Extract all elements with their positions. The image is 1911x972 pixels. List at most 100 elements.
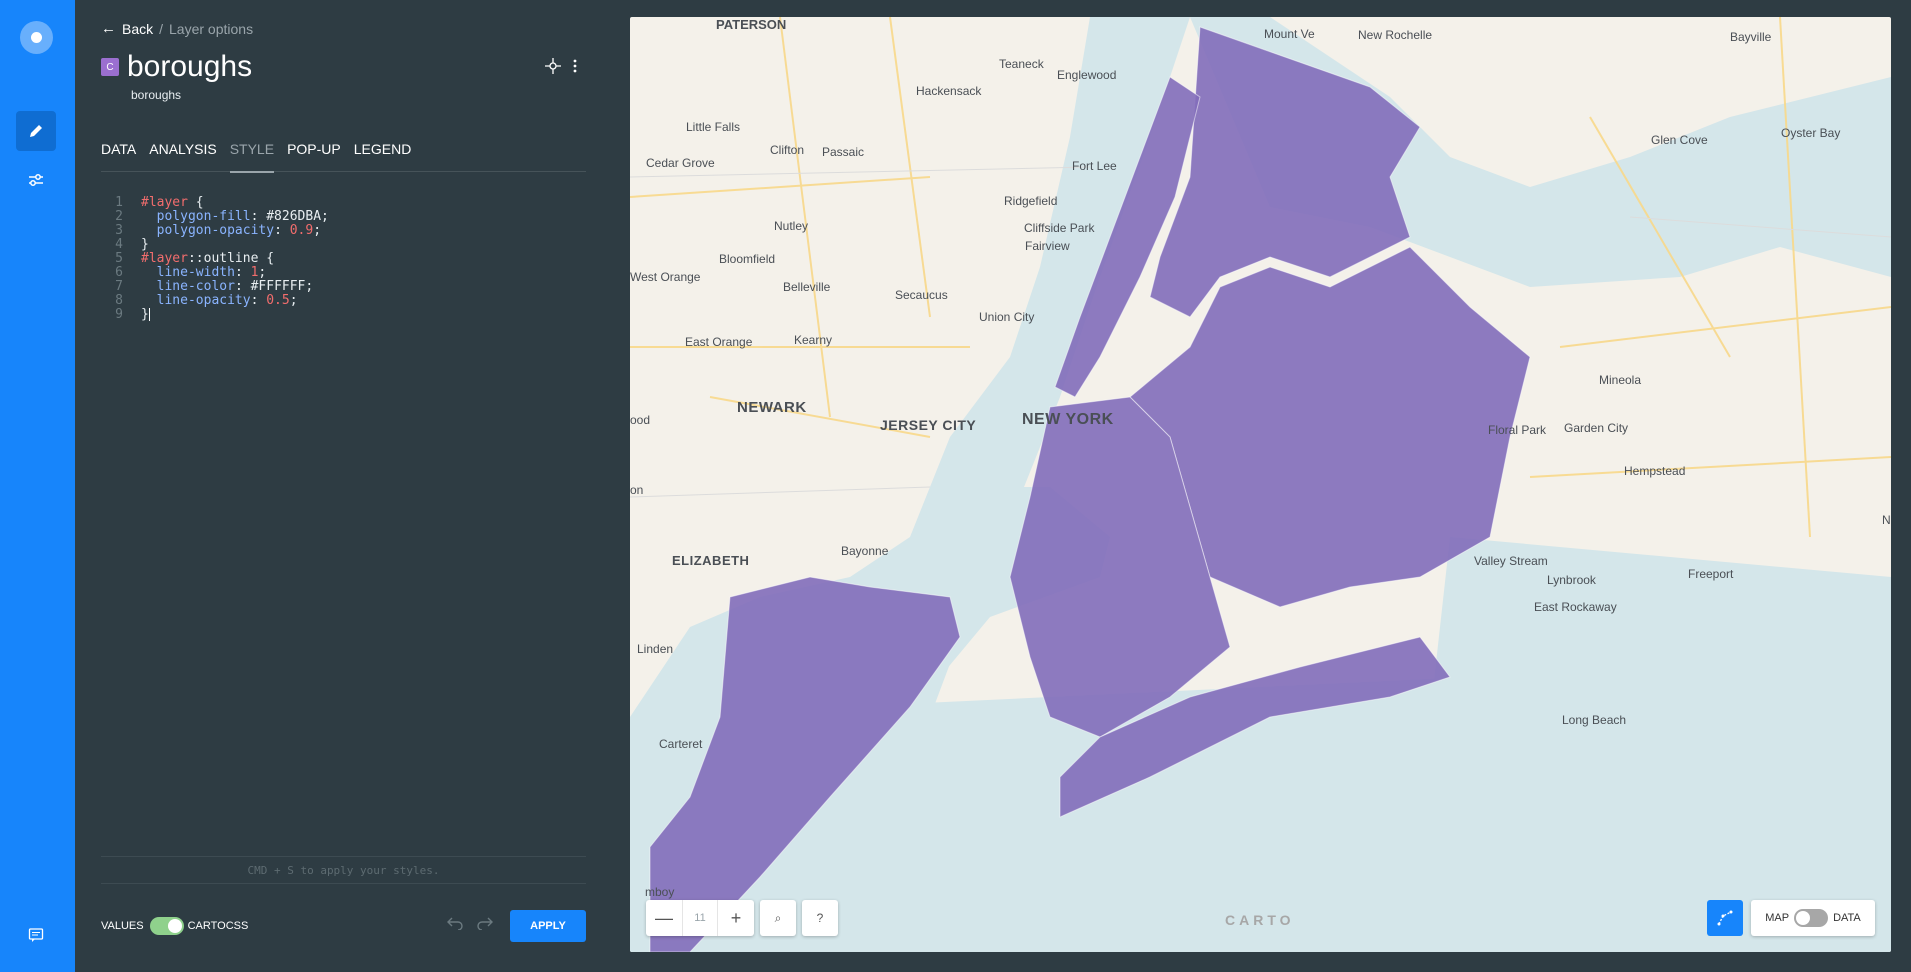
cartocss-mode-label[interactable]: CARTOCSS	[188, 920, 249, 932]
layer-title-row: C boroughs	[101, 50, 252, 84]
place-label: Hempstead	[1624, 464, 1686, 478]
code-line: 6 line-width: 1;	[101, 266, 586, 280]
place-label: Long Beach	[1562, 713, 1627, 727]
code-number: 0.5	[266, 293, 290, 308]
code-line: 5 #layer::outline {	[101, 252, 586, 266]
map-frame: PATERSON Mount Ve New Rochelle Bayville …	[611, 0, 1911, 972]
values-mode-label[interactable]: VALUES	[101, 920, 144, 932]
place-label: Glen Cove	[1651, 133, 1708, 147]
tab-style[interactable]: STYLE	[229, 140, 287, 173]
tab-analysis[interactable]: ANALYSIS	[149, 140, 229, 172]
line-number: 3	[115, 223, 123, 238]
undo-icon[interactable]	[446, 916, 464, 935]
line-number: 1	[115, 195, 123, 210]
basemap-graphic	[630, 17, 1891, 952]
place-label: Ridgefield	[1004, 194, 1058, 208]
tab-popup[interactable]: POP-UP	[287, 140, 354, 172]
place-label: West Orange	[630, 270, 701, 284]
search-icon: ⌕	[774, 910, 782, 925]
data-view-label[interactable]: DATA	[1833, 912, 1861, 924]
map-view-label[interactable]: MAP	[1765, 912, 1789, 924]
layer-tabs: DATA ANALYSIS STYLE POP-UP LEGEND	[101, 140, 586, 173]
line-number: 6	[115, 265, 123, 280]
code-property: polygon-fill	[156, 209, 251, 224]
carto-attribution: CARTO	[1225, 912, 1295, 928]
carto-logo-icon[interactable]	[20, 21, 53, 54]
place-label: mboy	[645, 885, 675, 899]
breadcrumb-separator: /	[159, 20, 164, 37]
place-label: JERSEY CITY	[880, 417, 977, 433]
style-editor-button[interactable]	[16, 111, 56, 151]
place-label: Bayville	[1730, 30, 1772, 44]
place-label: Mount Ve	[1264, 27, 1315, 41]
layer-source-name: boroughs	[131, 88, 182, 102]
place-label: Lynbrook	[1547, 573, 1596, 587]
place-label: Hackensack	[916, 84, 982, 98]
map-data-view-toggle[interactable]: MAP DATA	[1751, 900, 1875, 936]
code-value: #826DBA	[266, 209, 322, 224]
view-switch[interactable]	[1794, 909, 1829, 927]
app: ← Back / Layer options C boroughs boroug…	[0, 0, 1911, 972]
code-property: line-color	[156, 279, 235, 294]
toggle-knob	[167, 919, 182, 933]
tab-data[interactable]: DATA	[101, 140, 149, 172]
code-selector: #layer	[141, 251, 188, 266]
place-label: Fort Lee	[1072, 159, 1117, 173]
apply-shortcut-hint: CMD + S to apply your styles.	[101, 856, 586, 884]
draw-geometry-button[interactable]	[1707, 900, 1743, 936]
place-label: Freeport	[1688, 567, 1734, 581]
zoom-control: — 11 +	[646, 900, 754, 936]
code-line: 7 line-color: #FFFFFF;	[101, 280, 586, 294]
map-search-button[interactable]: ⌕	[760, 900, 796, 936]
more-options-icon[interactable]	[573, 59, 577, 73]
place-label: N	[1882, 513, 1891, 527]
code-selector: #layer	[141, 195, 188, 210]
line-number: 9	[115, 307, 123, 322]
line-number: 4	[115, 237, 123, 252]
place-label: East Orange	[685, 335, 753, 349]
chat-icon	[28, 928, 44, 942]
back-link[interactable]: Back	[122, 21, 153, 37]
redo-icon[interactable]	[476, 916, 494, 935]
place-label: on	[630, 483, 644, 497]
layer-title[interactable]: boroughs	[127, 50, 252, 84]
code-property: polygon-opacity	[156, 223, 275, 238]
place-label: Clifton	[770, 143, 805, 157]
place-label: Belleville	[783, 280, 831, 294]
map-canvas[interactable]: PATERSON Mount Ve New Rochelle Bayville …	[630, 17, 1891, 952]
place-label: Teaneck	[999, 57, 1044, 71]
map-controls: — 11 + ⌕ ?	[646, 900, 838, 936]
code-line: 9}	[101, 308, 586, 322]
place-label: Bloomfield	[719, 252, 776, 266]
help-button[interactable]: ?	[802, 900, 838, 936]
place-label: East Rockaway	[1534, 600, 1617, 614]
place-label: Fairview	[1025, 239, 1070, 253]
cartocss-editor[interactable]: 1 #layer { 2 polygon-fill: #826DBA; 3 pol…	[101, 196, 586, 322]
tab-legend[interactable]: LEGEND	[354, 140, 425, 172]
code-line: 3 polygon-opacity: 0.9;	[101, 224, 586, 238]
code-line: 8 line-opacity: 0.5;	[101, 294, 586, 308]
map-settings-button[interactable]	[16, 160, 56, 200]
code-number: 1	[250, 265, 259, 280]
place-label: Kearny	[794, 333, 833, 347]
mode-toggle[interactable]	[149, 917, 184, 935]
place-label: Nutley	[774, 219, 809, 233]
place-label: Passaic	[822, 145, 865, 159]
layer-options-panel: ← Back / Layer options C boroughs boroug…	[75, 0, 611, 972]
zoom-out-button[interactable]: —	[646, 900, 682, 936]
support-chat-button[interactable]	[16, 915, 56, 955]
code-punct: }	[141, 237, 149, 252]
back-arrow-icon[interactable]: ←	[101, 20, 116, 37]
center-layer-icon[interactable]	[545, 58, 561, 74]
place-label: NEW YORK	[1022, 411, 1114, 428]
code-punct: }	[141, 307, 149, 322]
zoom-in-button[interactable]: +	[718, 900, 754, 936]
text-cursor	[148, 308, 150, 321]
place-label: Cliffside Park	[1024, 221, 1095, 235]
left-rail	[0, 0, 75, 972]
code-line: 1 #layer {	[101, 196, 586, 210]
line-number: 2	[115, 209, 123, 224]
place-label: Floral Park	[1488, 423, 1547, 437]
apply-button[interactable]: APPLY	[510, 910, 586, 942]
sliders-icon	[29, 174, 43, 186]
